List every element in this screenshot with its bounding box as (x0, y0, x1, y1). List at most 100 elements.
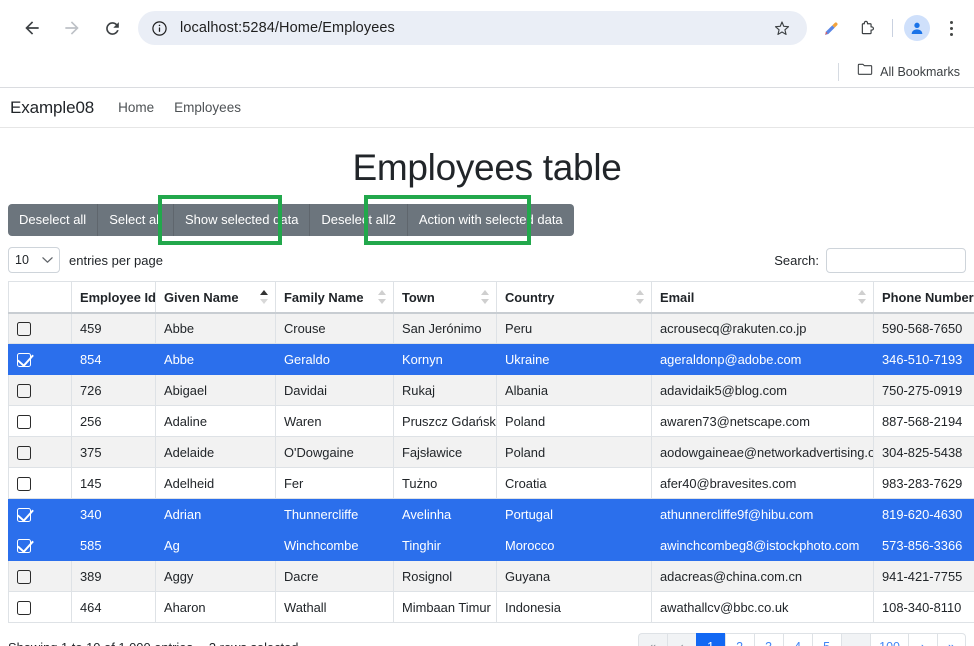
row-select-cell[interactable] (8, 467, 72, 500)
column-label-email: Email (660, 289, 695, 305)
cell-email: ageraldonp@adobe.com (651, 343, 874, 376)
cell-country: Albania (496, 374, 652, 407)
row-select-cell[interactable] (8, 374, 72, 407)
cell-town: Fajsławice (393, 436, 497, 469)
cell-family-name: Geraldo (275, 343, 394, 376)
employees-table: Employee Id Given Name Family Name Town (8, 281, 974, 624)
row-select-cell[interactable] (8, 343, 72, 376)
bookmark-star-icon[interactable] (769, 15, 795, 41)
checkbox-unchecked-icon[interactable] (17, 415, 31, 430)
extensions-puzzle-icon[interactable] (852, 13, 882, 43)
pagination: «‹12345…100›» (637, 632, 966, 646)
checkbox-unchecked-icon[interactable] (17, 601, 31, 616)
row-select-cell[interactable] (8, 560, 72, 593)
table-row[interactable]: 340 Adrian Thunnercliffe Avelinha Portugal at… (8, 498, 974, 531)
action-with-selected-data-button[interactable]: Action with selected data (407, 204, 574, 237)
column-header-town[interactable]: Town (393, 281, 497, 314)
eyedropper-icon[interactable] (816, 13, 846, 43)
table-row[interactable]: 145 Adelheid Fer Tużno Croatia afer40@bravesi… (8, 467, 974, 500)
checkbox-unchecked-icon[interactable] (17, 570, 31, 585)
cell-employee-id: 854 (71, 343, 156, 376)
row-select-cell[interactable] (8, 498, 72, 531)
table-row[interactable]: 256 Adaline Waren Pruszcz Gdański Poland awar… (8, 405, 974, 438)
cell-family-name: Crouse (275, 312, 394, 345)
checkbox-unchecked-icon[interactable] (17, 384, 31, 399)
forward-arrow-icon (56, 12, 88, 44)
entries-per-page-select[interactable]: 10 (8, 247, 60, 274)
back-arrow-icon[interactable] (16, 12, 48, 44)
site-brand[interactable]: Example08 (10, 98, 94, 118)
deselect-all2-button[interactable]: Deselect all2 (310, 204, 408, 237)
cell-town: Rukaj (393, 374, 497, 407)
nav-link-home[interactable]: Home (118, 100, 154, 115)
cell-country: Morocco (496, 529, 652, 562)
page-next[interactable]: › (908, 632, 937, 646)
row-select-cell[interactable] (8, 591, 72, 624)
cell-given-name: Ag (155, 529, 276, 562)
table-footer-row: Showing 1 to 10 of 1,000 entries 3 rows … (8, 632, 966, 646)
table-row[interactable]: 389 Aggy Dacre Rosignol Guyana adacreas@china… (8, 560, 974, 593)
row-select-cell[interactable] (8, 436, 72, 469)
cell-family-name: Wathall (275, 591, 394, 624)
profile-avatar-icon[interactable] (904, 15, 930, 41)
site-info-icon[interactable] (148, 17, 170, 39)
column-header-country[interactable]: Country (496, 281, 652, 314)
cell-employee-id: 145 (71, 467, 156, 500)
checkbox-checked-icon[interactable] (17, 539, 31, 554)
column-header-employee-id[interactable]: Employee Id (71, 281, 156, 314)
reload-icon[interactable] (96, 12, 128, 44)
all-bookmarks-button[interactable]: All Bookmarks (851, 60, 966, 83)
kebab-menu-icon[interactable] (938, 20, 964, 36)
cell-country: Ukraine (496, 343, 652, 376)
table-row[interactable]: 585 Ag Winchcombe Tinghir Morocco awinchcombe… (8, 529, 974, 562)
column-label-phone-number: Phone Number (882, 289, 974, 305)
cell-email: adacreas@china.com.cn (651, 560, 874, 593)
page-1[interactable]: 1 (695, 632, 725, 646)
cell-given-name: Adaline (155, 405, 276, 438)
row-select-cell[interactable] (8, 529, 72, 562)
cell-family-name: Dacre (275, 560, 394, 593)
deselect-all-button[interactable]: Deselect all (8, 204, 99, 237)
page-2[interactable]: 2 (724, 632, 754, 646)
cell-email: acrousecq@rakuten.co.jp (651, 312, 874, 345)
table-row[interactable]: 459 Abbe Crouse San Jerónimo Peru acrousecq@r… (8, 312, 974, 345)
cell-given-name: Abigael (155, 374, 276, 407)
address-bar[interactable]: localhost:5284/Home/Employees (138, 11, 807, 45)
table-row[interactable]: 464 Aharon Wathall Mimbaan Timur Indonesia aw… (8, 591, 974, 624)
checkbox-checked-icon[interactable] (17, 353, 31, 368)
cell-town: Avelinha (393, 498, 497, 531)
cell-employee-id: 389 (71, 560, 156, 593)
row-select-cell[interactable] (8, 405, 72, 438)
column-header-email[interactable]: Email (651, 281, 874, 314)
page-100[interactable]: 100 (870, 632, 908, 646)
page-content: Deselect all Select all Show selected da… (0, 195, 974, 646)
table-row[interactable]: 726 Abigael Davidai Rukaj Albania adavidaik5@… (8, 374, 974, 407)
column-header-given-name[interactable]: Given Name (155, 281, 276, 314)
cell-given-name: Adelheid (155, 467, 276, 500)
cell-phone-number: 983-283-7629 (873, 467, 974, 500)
url-text: localhost:5284/Home/Employees (180, 20, 395, 36)
checkbox-unchecked-icon[interactable] (17, 446, 31, 461)
checkbox-checked-icon[interactable] (17, 508, 31, 523)
column-header-family-name[interactable]: Family Name (275, 281, 394, 314)
nav-link-employees[interactable]: Employees (174, 100, 241, 115)
table-row[interactable]: 375 Adelaide O'Dowgaine Fajsławice Poland aod… (8, 436, 974, 469)
cell-country: Croatia (496, 467, 652, 500)
action-button-group: Deselect all Select all Show selected da… (8, 204, 574, 237)
page-5[interactable]: 5 (811, 632, 841, 646)
row-select-cell[interactable] (8, 312, 72, 345)
select-all-button[interactable]: Select all (98, 204, 174, 237)
column-header-phone-number[interactable]: Phone Number (873, 281, 974, 314)
search-input[interactable] (826, 247, 966, 273)
table-row[interactable]: 854 Abbe Geraldo Kornyn Ukraine ageraldonp@ad… (8, 343, 974, 376)
cell-given-name: Adelaide (155, 436, 276, 469)
checkbox-unchecked-icon[interactable] (17, 477, 31, 492)
show-selected-data-button[interactable]: Show selected data (173, 204, 311, 237)
cell-employee-id: 459 (71, 312, 156, 345)
page-last[interactable]: » (937, 632, 966, 646)
page-4[interactable]: 4 (782, 632, 812, 646)
checkbox-unchecked-icon[interactable] (17, 322, 31, 337)
page-3[interactable]: 3 (753, 632, 783, 646)
cell-given-name: Adrian (155, 498, 276, 531)
cell-phone-number: 346-510-7193 (873, 343, 974, 376)
